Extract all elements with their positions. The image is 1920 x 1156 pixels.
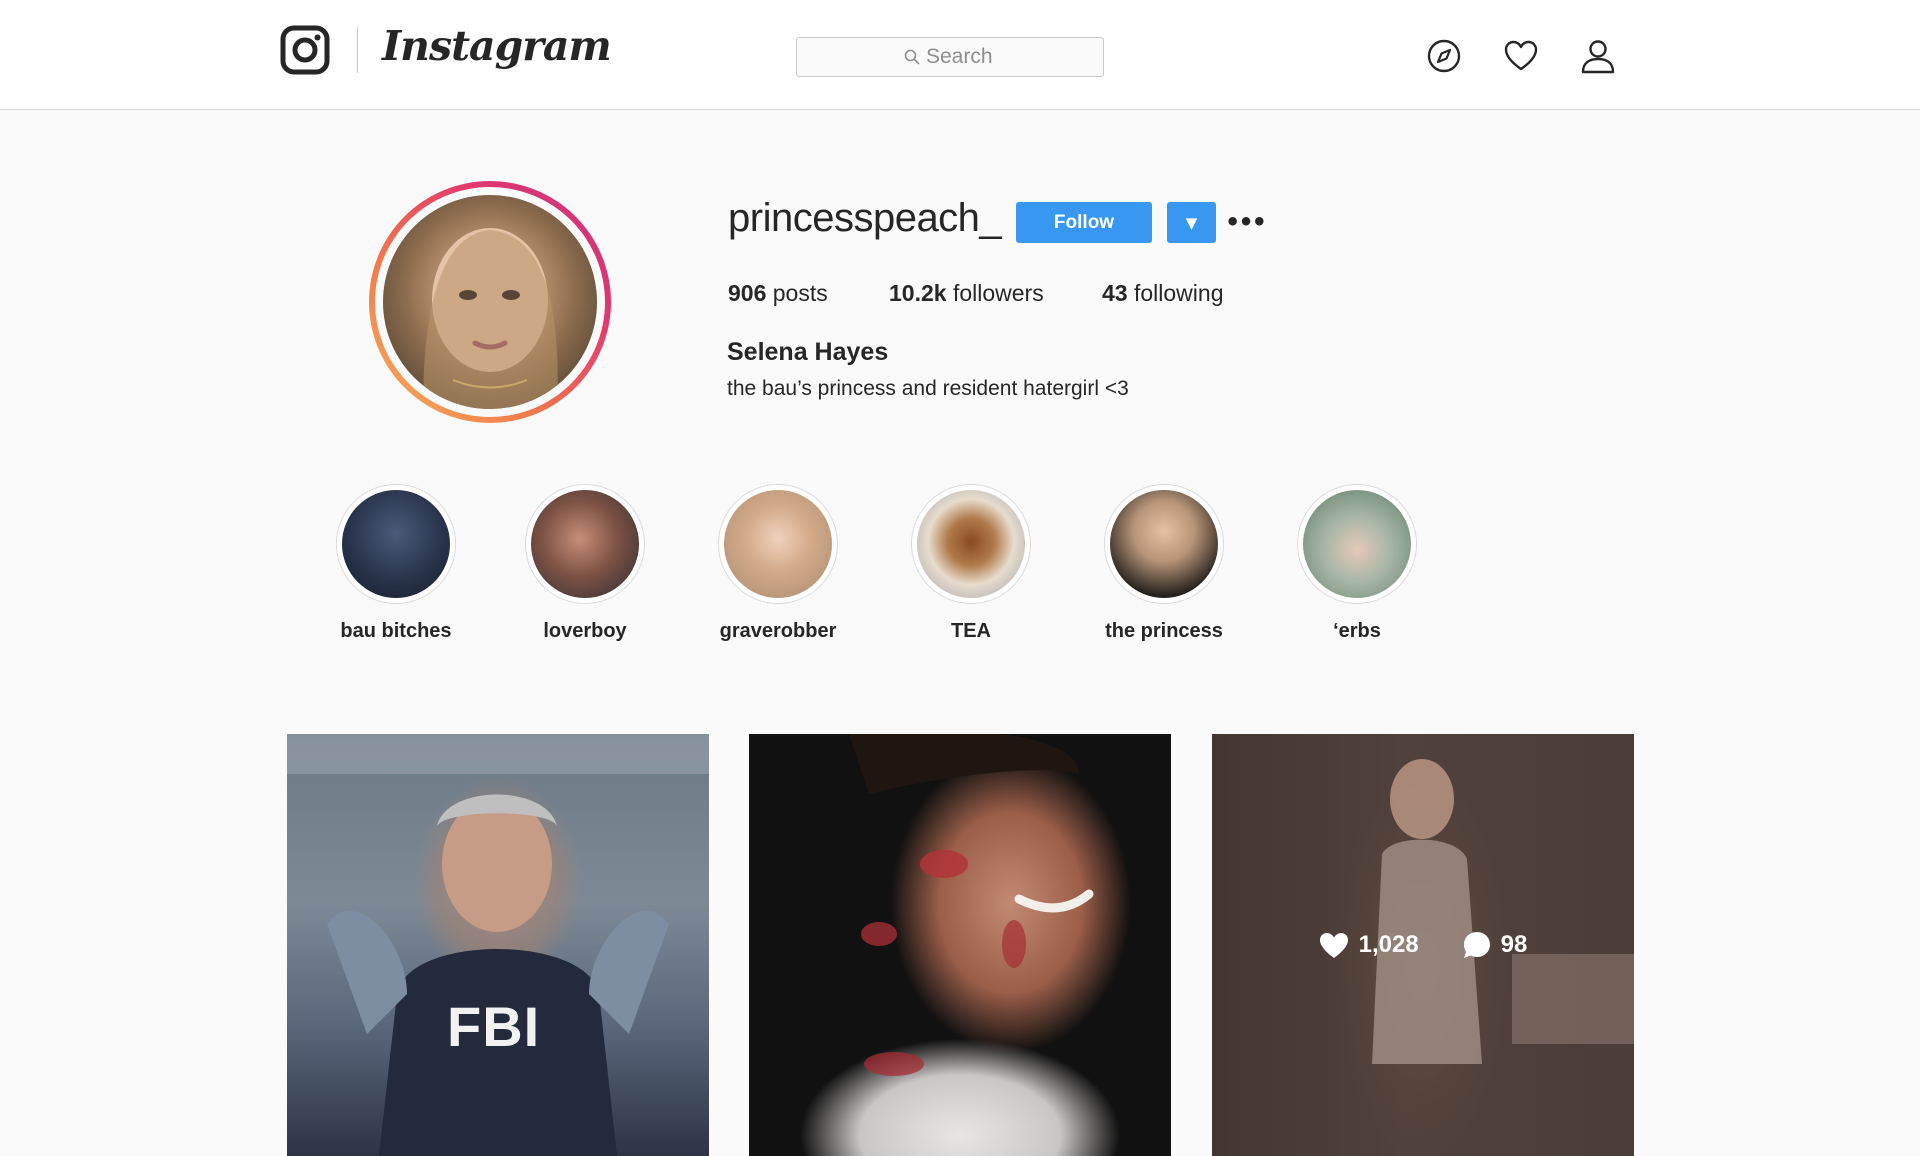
posts-count-stat: 906 posts — [728, 280, 828, 307]
comments-stat: 98 — [1463, 931, 1528, 959]
post-hover-overlay: 1,028 98 — [1212, 734, 1634, 1156]
highlight-cover — [531, 490, 639, 598]
highlight-ring — [1104, 484, 1224, 604]
instagram-wordmark[interactable]: Instagram — [382, 22, 612, 70]
story-highlight[interactable]: the princess — [1064, 484, 1264, 654]
logo-divider — [357, 27, 358, 73]
post-thumbnail[interactable]: 1,028 98 — [1212, 734, 1634, 1156]
posts-label: posts — [772, 280, 828, 306]
likes-count: 1,028 — [1358, 931, 1419, 958]
highlight-ring — [525, 484, 645, 604]
profile-avatar[interactable] — [369, 181, 611, 423]
portrait-image — [423, 228, 558, 409]
profile-username: princesspeach_ — [728, 196, 1002, 240]
highlight-label: bau bitches — [340, 620, 452, 642]
highlight-cover — [1110, 490, 1218, 598]
top-navigation-bar: Instagram — [0, 0, 1920, 110]
posts-count: 906 — [728, 280, 767, 306]
followers-label: followers — [952, 280, 1044, 306]
story-highlight[interactable]: bau bitches — [296, 484, 496, 654]
following-count: 43 — [1102, 280, 1128, 306]
likes-stat: 1,028 — [1319, 931, 1419, 959]
highlight-ring — [336, 484, 456, 604]
heart-icon — [1319, 932, 1348, 958]
compass-icon[interactable] — [1426, 38, 1462, 74]
following-label: following — [1133, 280, 1224, 306]
avatar-photo — [383, 195, 597, 409]
search-box[interactable] — [796, 37, 1104, 77]
story-highlight[interactable]: TEA — [871, 484, 1071, 654]
highlight-cover — [342, 490, 450, 598]
highlight-label: graverobber — [719, 620, 837, 642]
highlight-cover — [1303, 490, 1411, 598]
post-image — [849, 734, 1094, 1076]
search-icon — [904, 49, 920, 65]
followers-count: 10.2k — [889, 280, 947, 306]
story-highlight[interactable]: graverobber — [678, 484, 878, 654]
comments-count: 98 — [1500, 931, 1528, 958]
follow-button[interactable]: Follow — [1016, 202, 1152, 243]
highlight-label: the princess — [1105, 620, 1223, 642]
heart-icon[interactable] — [1503, 38, 1539, 74]
post-thumbnail[interactable] — [749, 734, 1171, 1156]
followers-stat[interactable]: 10.2k followers — [889, 280, 1044, 307]
post-image — [287, 734, 709, 1156]
story-highlight[interactable]: ‘erbs — [1257, 484, 1457, 654]
highlight-ring — [1297, 484, 1417, 604]
profile-bio: the bau’s princess and resident hatergir… — [727, 377, 1129, 400]
story-highlight[interactable]: loverboy — [485, 484, 685, 654]
following-stat[interactable]: 43 following — [1102, 280, 1223, 307]
highlight-cover — [917, 490, 1025, 598]
profile-full-name: Selena Hayes — [727, 338, 889, 366]
comment-icon — [1463, 932, 1490, 958]
user-icon[interactable] — [1580, 38, 1616, 74]
highlight-cover — [724, 490, 832, 598]
suggestions-dropdown-button[interactable]: ▼ — [1167, 202, 1216, 243]
highlight-label: ‘erbs — [1333, 620, 1381, 642]
highlight-label: TEA — [951, 620, 991, 642]
more-options-icon[interactable]: ••• — [1225, 204, 1267, 240]
highlight-label: loverboy — [543, 620, 627, 642]
search-input[interactable] — [926, 45, 996, 69]
post-thumbnail[interactable]: FBI — [287, 734, 709, 1156]
instagram-logo-icon[interactable] — [280, 25, 330, 75]
fbi-vest-text: FBI — [447, 995, 541, 1058]
avatar-border — [375, 187, 605, 417]
highlight-ring — [911, 484, 1031, 604]
highlight-ring — [718, 484, 838, 604]
